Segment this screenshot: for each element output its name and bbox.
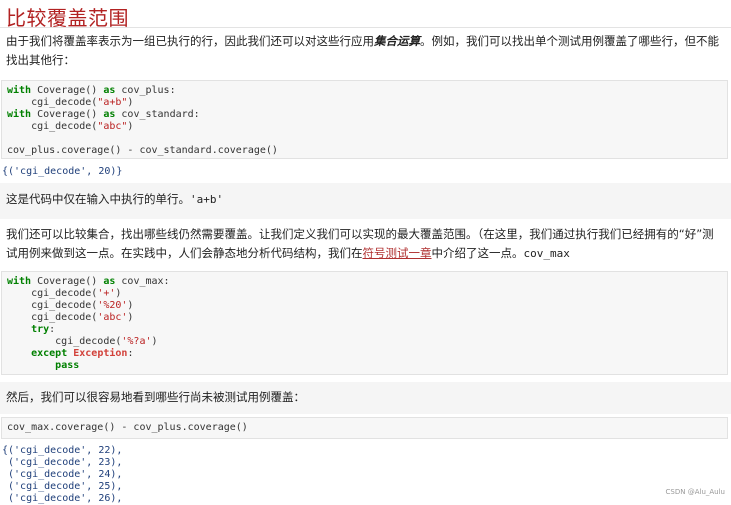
- code-text: ): [115, 288, 122, 299]
- intro-emphasis: 集合运算: [374, 34, 420, 48]
- notebook-page: 比较覆盖范围 由于我们将覆盖率表示为一组已执行的行，因此我们还可以对这些行应用集…: [0, 0, 731, 504]
- code-text: ): [127, 121, 134, 132]
- code-text: Coverage(): [31, 109, 104, 120]
- code-string: '%20': [97, 300, 128, 311]
- code-text: ): [127, 312, 134, 323]
- symbolic-testing-link[interactable]: 符号测试一章: [363, 246, 432, 260]
- code-text: cov_max:: [115, 276, 170, 287]
- code-text: cgi_decode(: [7, 97, 98, 108]
- watermark: CSDN @Alu_Aulu: [665, 488, 725, 496]
- code-text: :: [49, 324, 56, 335]
- code-text: ): [127, 97, 134, 108]
- title-divider: [0, 27, 731, 28]
- output-line: ('cgi_decode', 25),: [2, 481, 123, 492]
- code-cell-3[interactable]: cov_max.coverage() - cov_plus.coverage(): [1, 417, 728, 439]
- code-string: "abc": [97, 121, 128, 132]
- intro-text-1: 由于我们将覆盖率表示为一组已执行的行，因此我们还可以对这些行应用: [6, 34, 374, 48]
- kw-as: as: [103, 109, 116, 120]
- code-text: cgi_decode(: [7, 312, 98, 323]
- output-line: ('cgi_decode', 26),: [2, 493, 123, 504]
- output-line: ('cgi_decode', 24),: [2, 469, 123, 480]
- code-text: ): [151, 336, 158, 347]
- kw-with: with: [7, 85, 32, 96]
- code-text: cgi_decode(: [7, 300, 98, 311]
- compare-text-1: 我们还可以比较集合，找出哪些线仍然需要覆盖。让我们定义我们可以实现的最大覆盖范围…: [6, 227, 714, 260]
- code-text: Coverage(): [31, 276, 104, 287]
- code-text: cgi_decode(: [7, 288, 98, 299]
- output-cell-1: {('cgi_decode', 20)}: [2, 166, 123, 177]
- kw-with: with: [7, 109, 32, 120]
- kw-except: except: [31, 348, 68, 359]
- code-text: :: [127, 348, 134, 359]
- inline-code-input: 'a+b': [190, 193, 224, 206]
- code-text: cov_plus:: [115, 85, 176, 96]
- single-line-text: 这是代码中仅在输入中执行的单行。: [6, 192, 190, 206]
- output-line: {('cgi_decode', 22),: [2, 445, 123, 456]
- inline-code-cov-max: cov_max: [523, 247, 570, 260]
- kw-try: try: [31, 324, 50, 335]
- code-string: '+': [97, 288, 116, 299]
- code-text: cov_standard:: [115, 109, 200, 120]
- paragraph-uncovered: 然后，我们可以很容易地看到哪些行尚未被测试用例覆盖：: [6, 390, 305, 404]
- code-text: cgi_decode(: [7, 121, 98, 132]
- code-string: '%?a': [121, 336, 152, 347]
- kw-as: as: [103, 276, 116, 287]
- output-line: ('cgi_decode', 23),: [2, 457, 123, 468]
- code-text: Coverage(): [31, 85, 104, 96]
- kw-pass: pass: [55, 360, 80, 371]
- paragraph-single-line: 这是代码中仅在输入中执行的单行。'a+b': [6, 190, 724, 209]
- code-text: cov_plus.coverage() - cov_standard.cover…: [7, 145, 278, 156]
- kw-with: with: [7, 276, 32, 287]
- code-string: 'abc': [97, 312, 128, 323]
- code-cell-2[interactable]: with Coverage() as cov_max: cgi_decode('…: [1, 271, 728, 375]
- paragraph-compare-sets: 我们还可以比较集合，找出哪些线仍然需要覆盖。让我们定义我们可以实现的最大覆盖范围…: [6, 225, 724, 263]
- code-cell-1[interactable]: with Coverage() as cov_plus: cgi_decode(…: [1, 80, 728, 159]
- code-text: cgi_decode(: [7, 336, 122, 347]
- exception-name: Exception: [73, 348, 128, 359]
- kw-as: as: [103, 85, 116, 96]
- paragraph-intro: 由于我们将覆盖率表示为一组已执行的行，因此我们还可以对这些行应用集合运算。例如，…: [6, 32, 724, 70]
- output-cell-2: {('cgi_decode', 22), ('cgi_decode', 23),…: [2, 445, 122, 505]
- compare-text-2: 中介绍了这一点。: [431, 246, 524, 260]
- code-string: "a+b": [97, 97, 128, 108]
- code-text: ): [127, 300, 134, 311]
